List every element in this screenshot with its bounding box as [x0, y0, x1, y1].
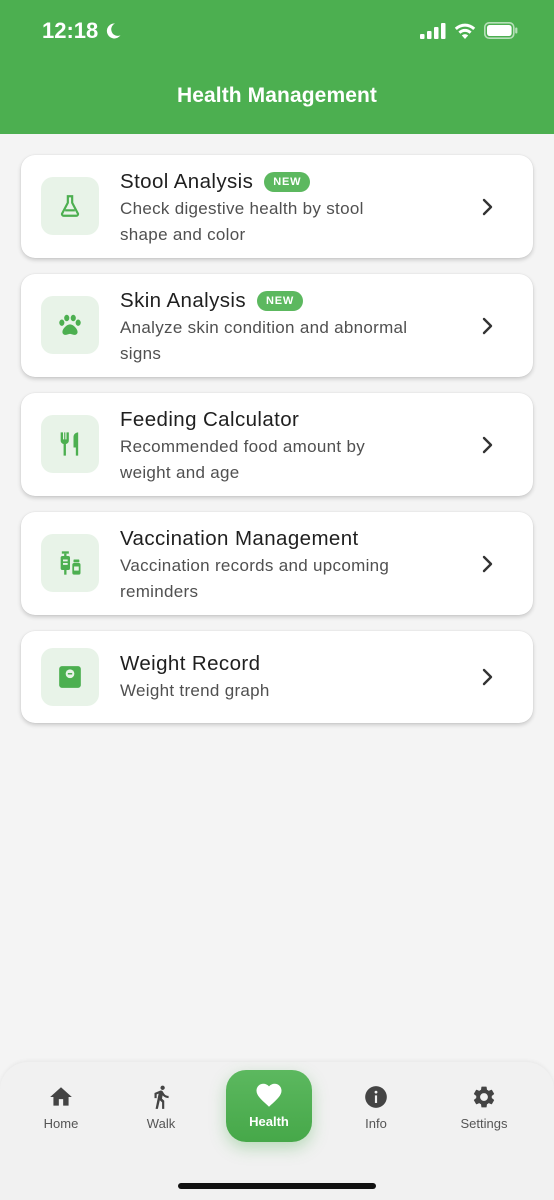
card-title: Weight Record [120, 652, 261, 675]
card-description-line: reminders [120, 582, 199, 601]
card-description: Recommended food amount by weight and ag… [120, 434, 460, 486]
status-bar: 12:18 [0, 0, 554, 64]
battery-icon [484, 22, 518, 39]
card-title-row: Feeding Calculator [120, 407, 460, 433]
scale-icon [59, 666, 81, 688]
vaccination-management-card[interactable]: Vaccination Management Vaccination recor… [21, 512, 533, 615]
gear-icon [473, 1086, 495, 1108]
card-title-row: Vaccination Management [120, 526, 460, 552]
chevron-right-icon [482, 668, 493, 686]
new-badge: NEW [256, 291, 304, 311]
card-description-line: shape and color [120, 225, 246, 244]
moon-icon [107, 23, 121, 39]
card-description: Analyze skin condition and abnormal sign… [120, 315, 460, 367]
card-description: Check digestive health by stool shape an… [120, 196, 460, 248]
home-icon [50, 1087, 72, 1106]
card-description-line: Check digestive health by stool [120, 199, 364, 218]
card-title-row: Skin Analysis NEW [120, 288, 460, 314]
card-description-line: Recommended food amount by [120, 437, 365, 456]
walk-icon [154, 1085, 169, 1109]
flask-icon [60, 195, 80, 217]
skin-analysis-card[interactable]: Skin Analysis NEW Analyze skin condition… [21, 274, 533, 377]
chevron-right-icon [482, 555, 493, 572]
nav-tab-settings[interactable]: Settings [434, 1084, 534, 1131]
card-title: Stool Analysis [120, 170, 254, 193]
nav-label: Info [365, 1116, 387, 1131]
nav-label: Home [43, 1116, 79, 1131]
nav-label: Settings [460, 1116, 508, 1131]
chevron-right-icon [482, 436, 493, 453]
card-title: Feeding Calculator [120, 408, 300, 431]
card-title: Vaccination Management [120, 527, 359, 550]
card-description-line: weight and age [120, 463, 240, 482]
card-description-line: signs [120, 344, 162, 363]
card-title: Skin Analysis [120, 289, 246, 312]
bottom-navigation: Home Walk Health Info Settings [0, 1062, 554, 1200]
status-icons [420, 22, 518, 39]
new-badge: NEW [264, 172, 311, 192]
card-title-row: Weight Record [120, 651, 460, 677]
card-title-row: Stool Analysis NEW [120, 169, 460, 195]
app-header: 12:18 Health Management [0, 0, 554, 134]
card-description-line: Weight trend graph [120, 681, 270, 700]
nav-label: Walk [146, 1116, 176, 1131]
time-text: 12:18 [42, 18, 99, 43]
info-icon [365, 1086, 387, 1108]
nav-tab-home[interactable]: Home [11, 1084, 111, 1131]
signal-icon [420, 22, 446, 39]
card-description: Weight trend graph [120, 678, 460, 704]
nav-label: Health [249, 1114, 289, 1129]
page-title: Health Management [176, 84, 378, 107]
status-time: 12:18 [42, 18, 122, 44]
weight-record-card[interactable]: Weight Record Weight trend graph [21, 631, 533, 723]
icon-container [41, 177, 99, 235]
icon-container [41, 296, 99, 354]
icon-container [41, 534, 99, 592]
icon-container [41, 415, 99, 473]
wifi-icon [454, 23, 476, 39]
card-description: Vaccination records and upcoming reminde… [120, 553, 460, 605]
health-menu-list: Stool Analysis NEW Check digestive healt… [21, 155, 533, 739]
card-content: Vaccination Management Vaccination recor… [120, 526, 460, 605]
paw-icon [59, 314, 81, 335]
card-content: Skin Analysis NEW Analyze skin condition… [120, 288, 460, 367]
card-content: Feeding Calculator Recommended food amou… [120, 407, 460, 486]
feeding-calculator-card[interactable]: Feeding Calculator Recommended food amou… [21, 393, 533, 496]
nav-tab-health[interactable]: Health [226, 1070, 312, 1142]
vaccine-icon [60, 551, 81, 575]
card-description-line: Vaccination records and upcoming [120, 556, 390, 575]
nav-tab-info[interactable]: Info [326, 1084, 426, 1131]
fork-knife-icon [60, 432, 79, 456]
card-content: Stool Analysis NEW Check digestive healt… [120, 169, 460, 248]
nav-tab-walk[interactable]: Walk [111, 1084, 211, 1131]
heart-icon [256, 1083, 282, 1107]
chevron-right-icon [482, 317, 493, 334]
card-content: Weight Record Weight trend graph [120, 651, 460, 704]
card-description-line: Analyze skin condition and abnormal [120, 318, 408, 337]
chevron-right-icon [482, 198, 493, 215]
stool-analysis-card[interactable]: Stool Analysis NEW Check digestive healt… [21, 155, 533, 258]
home-indicator [178, 1183, 376, 1189]
icon-container [41, 648, 99, 706]
